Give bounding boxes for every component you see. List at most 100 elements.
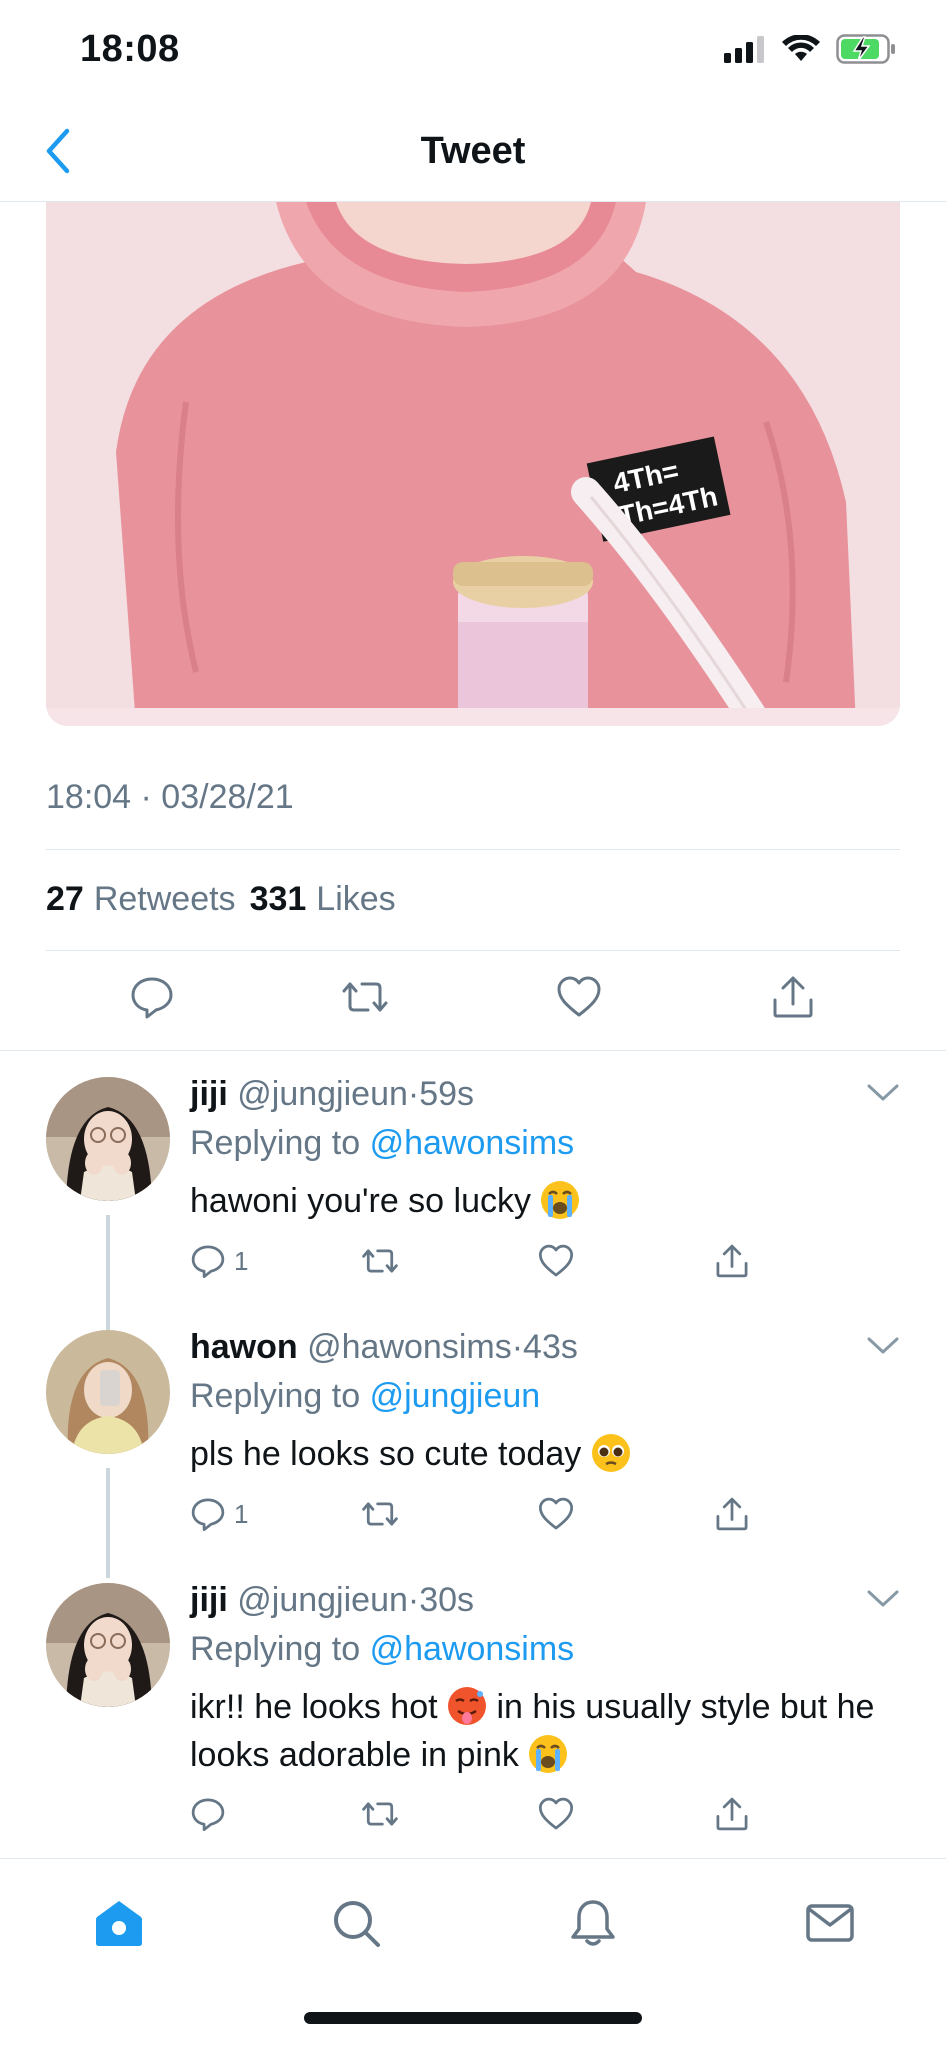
like-icon xyxy=(557,976,601,1017)
mention-link[interactable]: @hawonsims xyxy=(370,1124,575,1162)
retweet-icon xyxy=(362,1802,398,1826)
tweet-timestamp: 18:04 · 03/28/21 xyxy=(46,778,294,816)
replying-label: Replying to xyxy=(190,1124,361,1162)
share-button[interactable] xyxy=(768,972,818,1022)
retweet-button[interactable] xyxy=(360,1496,400,1532)
messages-icon xyxy=(806,1904,854,1942)
like-icon xyxy=(538,1797,574,1830)
mention-link[interactable]: @hawonsims xyxy=(370,1630,575,1668)
reply-text: pls he looks so cute today xyxy=(190,1430,906,1478)
mention-link[interactable]: @jungjieun xyxy=(370,1377,541,1415)
tab-home[interactable] xyxy=(89,1893,149,1953)
like-button[interactable] xyxy=(538,1796,574,1832)
share-icon xyxy=(716,1797,748,1831)
user-handle[interactable]: @hawonsims xyxy=(307,1328,512,1366)
separator-dot: · xyxy=(407,1075,420,1113)
share-button[interactable] xyxy=(714,1243,750,1279)
divider xyxy=(46,849,900,850)
display-name[interactable]: jiji xyxy=(190,1581,228,1619)
reply-icon xyxy=(191,1798,225,1832)
divider xyxy=(0,1050,946,1051)
retweet-icon xyxy=(362,1502,398,1526)
battery-charging-icon xyxy=(836,34,896,69)
reply-button[interactable] xyxy=(190,1796,234,1832)
share-icon xyxy=(716,1497,748,1531)
reply-text-part-1: ikr!! he looks hot xyxy=(190,1688,438,1726)
loudly-crying-face-emoji-icon xyxy=(528,1734,568,1774)
reply-header: jiji @jungjieun·59s xyxy=(190,1075,906,1114)
likes-label: Likes xyxy=(316,880,396,918)
tab-messages[interactable] xyxy=(800,1893,860,1953)
reply-count: 1 xyxy=(234,1498,249,1529)
reply-actions xyxy=(190,1796,790,1836)
loudly-crying-face-emoji-icon xyxy=(540,1180,580,1220)
display-name[interactable]: jiji xyxy=(190,1075,228,1113)
avatar[interactable] xyxy=(46,1330,170,1454)
reply-icon xyxy=(131,977,173,1019)
user-handle[interactable]: @jungjieun xyxy=(237,1075,408,1113)
user-handle[interactable]: @jungjieun xyxy=(237,1581,408,1619)
chevron-down-icon[interactable] xyxy=(866,1083,900,1103)
replying-label: Replying to xyxy=(190,1630,361,1668)
signal-icon xyxy=(724,35,766,68)
retweet-icon xyxy=(342,982,388,1012)
search-icon xyxy=(334,1901,380,1947)
reply-header: jiji @jungjieun·30s xyxy=(190,1581,906,1620)
reply-button[interactable]: 1 xyxy=(190,1243,248,1279)
tweet-media-image[interactable]: 4Th= 4Th=4Th xyxy=(46,202,900,726)
like-icon xyxy=(538,1244,574,1277)
wifi-icon xyxy=(782,34,820,68)
like-button[interactable] xyxy=(554,972,604,1022)
reply-text-content: hawoni you're so lucky xyxy=(190,1182,531,1220)
reply-text: hawoni you're so lucky xyxy=(190,1177,906,1225)
reply-icon xyxy=(191,1498,225,1532)
like-button[interactable] xyxy=(538,1496,574,1532)
tab-notifications[interactable] xyxy=(563,1893,623,1953)
retweet-button[interactable] xyxy=(340,972,390,1022)
hot-face-emoji-icon xyxy=(447,1686,487,1726)
status-time: 18:08 xyxy=(80,28,180,70)
page-title: Tweet xyxy=(420,130,526,172)
home-indicator xyxy=(304,2012,642,2024)
reply-time: 43s xyxy=(523,1328,578,1366)
display-name[interactable]: hawon xyxy=(190,1328,298,1366)
share-button[interactable] xyxy=(714,1796,750,1832)
replying-to-line: Replying to @hawonsims xyxy=(190,1124,906,1163)
reply-time: 59s xyxy=(419,1075,475,1113)
replying-to-line: Replying to @hawonsims xyxy=(190,1630,906,1669)
retweets-label: Retweets xyxy=(93,880,236,918)
like-button[interactable] xyxy=(538,1243,574,1279)
reply-icon xyxy=(191,1245,225,1279)
replying-label: Replying to xyxy=(190,1377,361,1415)
tweet-stats: 27 Retweets 331 Likes xyxy=(46,880,396,919)
reply-button[interactable]: 1 xyxy=(190,1496,248,1532)
separator-dot: · xyxy=(407,1581,420,1619)
avatar[interactable] xyxy=(46,1077,170,1201)
chevron-down-icon[interactable] xyxy=(866,1589,900,1609)
avatar[interactable] xyxy=(46,1583,170,1707)
likes-count: 331 xyxy=(249,880,307,918)
reply-button[interactable] xyxy=(127,972,177,1022)
thread-line xyxy=(106,1215,110,1330)
retweet-button[interactable] xyxy=(360,1243,400,1279)
likes-stat[interactable]: 331 Likes xyxy=(250,880,396,919)
retweets-count: 27 xyxy=(46,880,84,918)
thread-line xyxy=(106,1468,110,1578)
notifications-icon xyxy=(571,1900,615,1946)
share-icon xyxy=(773,976,813,1018)
replying-to-line: Replying to @jungjieun xyxy=(190,1377,906,1416)
chevron-down-icon[interactable] xyxy=(866,1336,900,1356)
tab-search[interactable] xyxy=(326,1893,386,1953)
home-icon xyxy=(96,1901,142,1946)
pleading-face-emoji-icon xyxy=(591,1433,631,1473)
reply-text: ikr!! he looks hot in his usually style … xyxy=(190,1683,906,1779)
navigation-header: Tweet xyxy=(0,100,946,202)
separator-dot: · xyxy=(511,1328,524,1366)
share-button[interactable] xyxy=(714,1496,750,1532)
reply-actions: 1 xyxy=(190,1496,790,1536)
like-icon xyxy=(538,1497,574,1530)
retweets-stat[interactable]: 27 Retweets xyxy=(46,880,236,919)
divider xyxy=(46,950,900,951)
retweet-button[interactable] xyxy=(360,1796,400,1832)
reply-header: hawon @hawonsims·43s xyxy=(190,1328,906,1367)
